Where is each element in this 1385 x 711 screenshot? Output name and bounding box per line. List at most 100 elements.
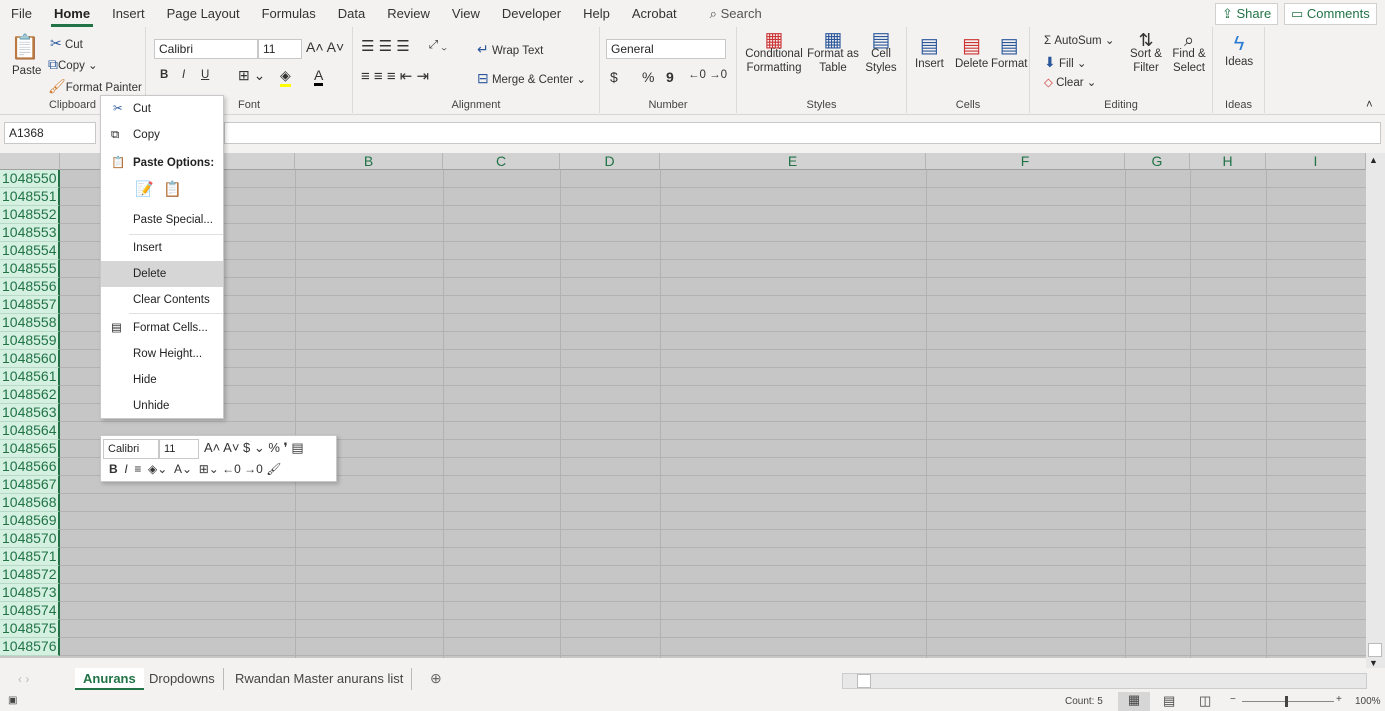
cut-button[interactable]: ✂ Cut <box>50 35 83 52</box>
underline-button[interactable]: U <box>201 69 209 81</box>
delete-cells-button[interactable]: ▤ Delete <box>955 33 988 70</box>
tab-file[interactable]: File <box>0 0 43 27</box>
fill-button[interactable]: ⬇ Fill ⌄ <box>1044 54 1086 71</box>
autosum-button[interactable]: Σ AutoSum ⌄ <box>1044 33 1114 47</box>
row-header[interactable]: 1048552 <box>0 206 60 224</box>
find-select-button[interactable]: ⌕ Find & Select <box>1168 31 1210 75</box>
row-header[interactable]: 1048558 <box>0 314 60 332</box>
number-format-select[interactable]: General <box>606 39 726 59</box>
row-header[interactable]: 1048559 <box>0 332 60 350</box>
font-color-icon[interactable]: A <box>314 67 324 86</box>
insert-cells-button[interactable]: ▤ Insert <box>915 33 944 70</box>
horizontal-align-icons[interactable]: ≡ ≡ ≡ ⇤ ⇥ <box>361 67 429 85</box>
column-header-b[interactable]: B <box>295 153 443 170</box>
column-header-i[interactable]: I <box>1266 153 1366 170</box>
row-header[interactable]: 1048562 <box>0 386 60 404</box>
normal-view-icon[interactable]: ▦ <box>1118 692 1150 711</box>
h-scroll-thumb[interactable] <box>857 674 871 688</box>
collapse-ribbon-icon[interactable]: ˄ <box>1366 99 1373 111</box>
column-header-f[interactable]: F <box>926 153 1125 170</box>
currency-button[interactable]: $ <box>610 69 618 85</box>
fill-color-icon[interactable]: ◈ <box>280 67 291 87</box>
menu-item-clear-contents[interactable]: Clear Contents <box>101 287 223 313</box>
column-header-e[interactable]: E <box>660 153 926 170</box>
tab-home[interactable]: Home <box>43 0 101 27</box>
menu-item-format-cells[interactable]: ▤ Format Cells... <box>101 315 223 341</box>
scroll-down-icon[interactable]: ▼ <box>1369 658 1378 668</box>
zoom-slider[interactable] <box>1242 701 1334 702</box>
row-header[interactable]: 1048575 <box>0 620 60 638</box>
comments-button[interactable]: ▭ Comments <box>1284 3 1377 25</box>
menu-item-hide[interactable]: Hide <box>101 367 223 393</box>
scroll-thumb[interactable] <box>1368 643 1382 657</box>
zoom-out-icon[interactable]: − <box>1230 694 1236 705</box>
menu-item-copy[interactable]: ⧉ Copy <box>101 122 223 148</box>
menu-item-insert[interactable]: Insert <box>101 235 223 261</box>
row-header[interactable]: 1048564 <box>0 422 60 440</box>
name-box[interactable]: A1368 <box>4 122 96 144</box>
sheet-nav-arrows[interactable]: ‹ › <box>18 672 29 686</box>
row-header[interactable]: 1048570 <box>0 530 60 548</box>
formula-input[interactable] <box>224 122 1381 144</box>
row-header[interactable]: 1048563 <box>0 404 60 422</box>
tab-help[interactable]: Help <box>572 0 621 27</box>
row-header[interactable]: 1048565 <box>0 440 60 458</box>
vertical-scrollbar[interactable]: ▲ ▼ <box>1366 153 1385 668</box>
menu-item-paste-special[interactable]: Paste Special... <box>101 207 223 233</box>
row-header[interactable]: 1048550 <box>0 170 60 188</box>
format-painter-button[interactable]: 🖌Format Painter <box>48 78 142 95</box>
row-header[interactable]: 1048551 <box>0 188 60 206</box>
sheet-tab-anurans[interactable]: Anurans <box>75 668 144 690</box>
select-all-corner[interactable] <box>0 153 60 170</box>
grow-font-icon[interactable]: A˄ A˅ <box>306 39 344 55</box>
percent-button[interactable]: % <box>642 69 654 85</box>
mini-format-icons-row2[interactable]: B I ≡ ◈⌄ A⌄ ⊞⌄ ←0 →0 🖌 <box>109 462 281 476</box>
tab-view[interactable]: View <box>441 0 491 27</box>
paste-icon[interactable]: 📝 <box>135 180 154 198</box>
tab-acrobat[interactable]: Acrobat <box>621 0 688 27</box>
paste-values-icon[interactable]: 📋 <box>163 180 182 198</box>
page-layout-view-icon[interactable]: ▤ <box>1163 693 1175 709</box>
merge-center-button[interactable]: ⊟ Merge & Center ⌄ <box>477 70 586 87</box>
row-header[interactable]: 1048569 <box>0 512 60 530</box>
row-header[interactable]: 1048556 <box>0 278 60 296</box>
cell-styles-button[interactable]: ▤ Cell Styles <box>861 30 901 75</box>
italic-button[interactable]: I <box>182 69 185 81</box>
page-break-view-icon[interactable]: ◫ <box>1199 693 1211 709</box>
mini-size-select[interactable]: 11 <box>159 439 199 459</box>
tab-insert[interactable]: Insert <box>101 0 156 27</box>
add-sheet-icon[interactable]: ⊕ <box>430 670 442 687</box>
row-header[interactable]: 1048571 <box>0 548 60 566</box>
decimal-icons[interactable]: ←0 →0 <box>688 69 727 81</box>
sheet-tab-dropdowns[interactable]: Dropdowns <box>141 668 224 690</box>
column-header-d[interactable]: D <box>560 153 660 170</box>
zoom-slider-thumb[interactable] <box>1285 696 1288 707</box>
row-header[interactable]: 1048554 <box>0 242 60 260</box>
mini-font-select[interactable]: Calibri <box>103 439 159 459</box>
copy-button[interactable]: ⧉Copy ⌄ <box>48 56 98 73</box>
tab-data[interactable]: Data <box>327 0 376 27</box>
column-header-g[interactable]: G <box>1125 153 1190 170</box>
orientation-icon[interactable]: ⤢ ⌄ <box>429 39 447 52</box>
row-header[interactable]: 1048567 <box>0 476 60 494</box>
macro-record-icon[interactable]: ▣ <box>8 695 17 706</box>
menu-item-row-height[interactable]: Row Height... <box>101 341 223 367</box>
mini-format-icons[interactable]: A˄ A˅ $ ⌄ % ❜ ▤ <box>204 440 304 456</box>
sort-filter-button[interactable]: ⇅ Sort & Filter <box>1126 31 1166 75</box>
row-header[interactable]: 1048566 <box>0 458 60 476</box>
tab-developer[interactable]: Developer <box>491 0 572 27</box>
row-header[interactable]: 1048561 <box>0 368 60 386</box>
share-button[interactable]: ⇪ Share <box>1215 3 1279 25</box>
font-size-select[interactable]: 11 <box>258 39 302 59</box>
column-header-h[interactable]: H <box>1190 153 1266 170</box>
menu-item-cut[interactable]: ✂ Cut <box>101 96 223 122</box>
zoom-in-icon[interactable]: + <box>1336 694 1342 705</box>
clear-button[interactable]: ◇ Clear ⌄ <box>1044 75 1096 89</box>
row-header[interactable]: 1048568 <box>0 494 60 512</box>
menu-item-delete[interactable]: Delete <box>101 261 223 287</box>
paste-button[interactable]: Paste <box>12 65 41 77</box>
vertical-align-icons[interactable]: ☰ ☰ ☰ <box>361 37 410 55</box>
format-as-table-button[interactable]: ▦ Format as Table <box>807 30 859 75</box>
row-header[interactable]: 1048560 <box>0 350 60 368</box>
row-header[interactable]: 1048576 <box>0 638 60 656</box>
